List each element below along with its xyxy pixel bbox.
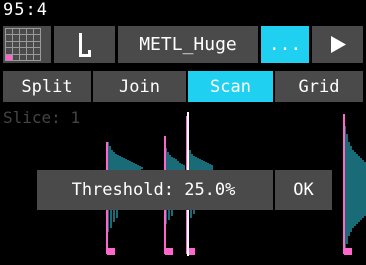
note-length-button[interactable] xyxy=(54,26,115,63)
tab-grid[interactable]: Grid xyxy=(275,71,363,102)
tab-join[interactable]: Join xyxy=(93,71,186,102)
tab-scan[interactable]: Scan xyxy=(188,71,273,102)
sample-name-field[interactable]: METL_Huge xyxy=(118,26,258,63)
threshold-control[interactable]: Threshold: 25.0% xyxy=(37,170,270,210)
sampler-screen: 95:4 METL_Huge ... Split Join Scan Grid … xyxy=(0,0,366,265)
grid-button[interactable] xyxy=(3,26,51,63)
threshold-label: Threshold: xyxy=(71,180,174,200)
more-options-button[interactable]: ... xyxy=(261,26,309,63)
play-button[interactable] xyxy=(312,26,363,63)
position-counter: 95:4 xyxy=(3,0,48,20)
sample-name: METL_Huge xyxy=(139,34,237,55)
ok-button[interactable]: OK xyxy=(275,170,332,210)
play-icon xyxy=(331,36,346,53)
threshold-dialog: Threshold: 25.0% OK xyxy=(37,170,332,210)
tab-split[interactable]: Split xyxy=(3,71,91,102)
note-icon xyxy=(79,33,91,57)
threshold-value: 25.0% xyxy=(184,180,236,200)
more-label: ... xyxy=(268,34,302,55)
grid-icon xyxy=(5,28,41,61)
